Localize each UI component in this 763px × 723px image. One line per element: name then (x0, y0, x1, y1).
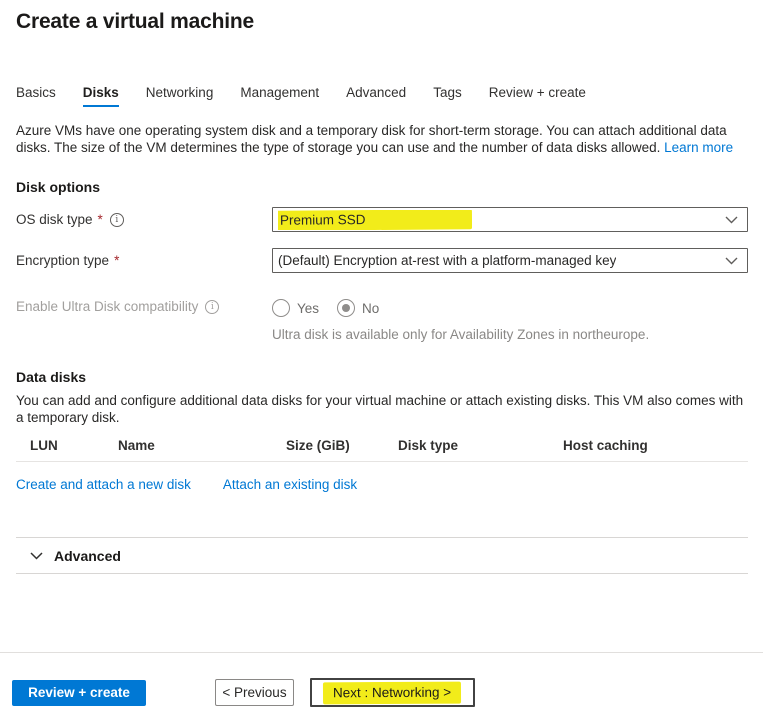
os-disk-type-value: Premium SSD (280, 212, 366, 228)
encryption-type-label-cell: Encryption type * (16, 253, 272, 268)
intro-body: Azure VMs have one operating system disk… (16, 123, 727, 155)
ultra-disk-label: Enable Ultra Disk compatibility (16, 299, 198, 314)
create-attach-new-disk-link[interactable]: Create and attach a new disk (16, 477, 191, 492)
tab-advanced[interactable]: Advanced (346, 85, 406, 107)
previous-button[interactable]: < Previous (215, 679, 294, 706)
radio-no (337, 299, 355, 317)
intro-text: Azure VMs have one operating system disk… (16, 122, 748, 156)
encryption-type-row: Encryption type * (Default) Encryption a… (16, 248, 748, 273)
highlight-marker: Next : Networking > (323, 681, 461, 704)
create-vm-page: Create a virtual machine Basics Disks Ne… (0, 0, 763, 723)
column-name: Name (118, 438, 286, 453)
column-lun: LUN (30, 438, 118, 453)
advanced-section-toggle[interactable]: Advanced (16, 538, 748, 574)
tab-networking[interactable]: Networking (146, 85, 214, 107)
disk-options-heading: Disk options (16, 179, 748, 195)
encryption-type-value: (Default) Encryption at-rest with a plat… (278, 253, 616, 268)
next-networking-button[interactable]: Next : Networking > (310, 678, 475, 707)
os-disk-type-label: OS disk type (16, 212, 93, 227)
chevron-down-icon (30, 552, 43, 560)
required-asterisk: * (98, 212, 103, 227)
data-disks-heading: Data disks (16, 369, 748, 385)
page-title: Create a virtual machine (16, 0, 748, 34)
tab-review-create[interactable]: Review + create (489, 85, 586, 107)
review-create-button[interactable]: Review + create (12, 680, 146, 706)
column-host-caching: Host caching (563, 438, 748, 453)
info-icon[interactable]: i (205, 300, 219, 314)
attach-existing-disk-link[interactable]: Attach an existing disk (223, 477, 357, 492)
column-size: Size (GiB) (286, 438, 398, 453)
os-disk-type-select[interactable]: Premium SSD (272, 207, 748, 232)
tab-management[interactable]: Management (240, 85, 319, 107)
radio-yes (272, 299, 290, 317)
ultra-disk-radio-group: Yes No (272, 299, 649, 317)
wizard-footer: Review + create < Previous Next : Networ… (0, 652, 763, 707)
ultra-disk-controls: Yes No Ultra disk is available only for … (272, 299, 649, 342)
tab-basics[interactable]: Basics (16, 85, 56, 107)
os-disk-type-row: OS disk type * i Premium SSD (16, 207, 748, 232)
data-disks-table-header: LUN Name Size (GiB) Disk type Host cachi… (16, 438, 748, 462)
encryption-type-select[interactable]: (Default) Encryption at-rest with a plat… (272, 248, 748, 273)
highlight-marker: Premium SSD (278, 210, 472, 230)
column-disk-type: Disk type (398, 438, 563, 453)
radio-yes-label: Yes (297, 301, 319, 316)
ultra-disk-row: Enable Ultra Disk compatibility i Yes No… (16, 299, 748, 342)
chevron-down-icon (725, 257, 738, 265)
os-disk-type-label-cell: OS disk type * i (16, 212, 272, 227)
data-disks-links: Create and attach a new disk Attach an e… (16, 477, 748, 492)
encryption-type-label: Encryption type (16, 253, 109, 268)
data-disks-description: You can add and configure additional dat… (16, 392, 748, 426)
info-icon[interactable]: i (110, 213, 124, 227)
radio-no-label: No (362, 301, 379, 316)
ultra-disk-helper-text: Ultra disk is available only for Availab… (272, 327, 649, 342)
learn-more-link[interactable]: Learn more (664, 140, 733, 155)
wizard-tabs: Basics Disks Networking Management Advan… (16, 85, 748, 107)
advanced-label: Advanced (54, 548, 121, 564)
tab-tags[interactable]: Tags (433, 85, 462, 107)
tab-disks[interactable]: Disks (83, 85, 119, 107)
required-asterisk: * (114, 253, 119, 268)
chevron-down-icon (725, 216, 738, 224)
ultra-disk-label-cell: Enable Ultra Disk compatibility i (16, 299, 272, 314)
